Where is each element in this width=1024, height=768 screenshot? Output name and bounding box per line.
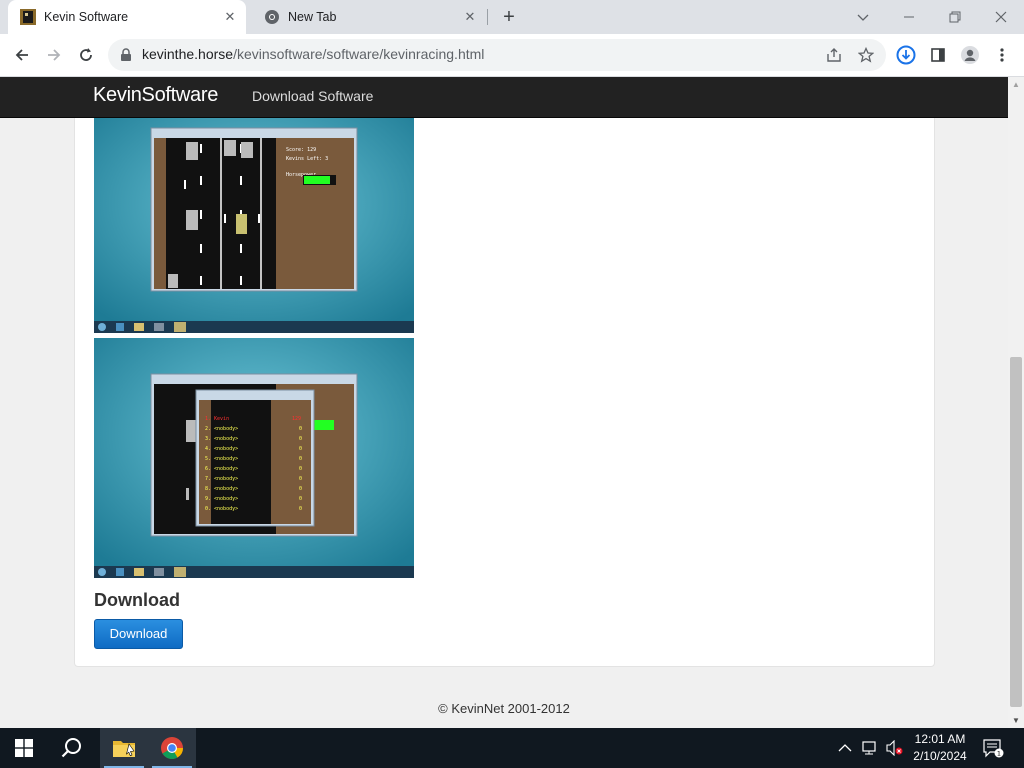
profile-avatar-icon[interactable] [956, 41, 984, 69]
back-arrow-icon[interactable] [8, 41, 36, 69]
highscore-row: 1. Kevin [205, 416, 229, 422]
highscore-score: 0 [299, 446, 302, 452]
windows-start-icon[interactable] [0, 728, 48, 768]
tab-new-tab[interactable]: New Tab ✕ [252, 0, 486, 34]
content-panel: Score: 129 Kevins Left: 3 Horsepower 1. … [74, 107, 935, 667]
footer-copyright: © KevinNet 2001-2012 [438, 701, 570, 716]
tab-separator [487, 9, 488, 25]
minimize-icon[interactable] [886, 0, 932, 34]
file-explorer-icon[interactable] [100, 728, 148, 768]
scrollbar-thumb[interactable] [1010, 357, 1022, 707]
lock-icon[interactable] [120, 48, 132, 62]
taskbar-clock[interactable]: 12:01 AM 2/10/2024 [900, 731, 980, 765]
highscore-row: 3. <nobody> [205, 436, 238, 442]
page-scrollbar[interactable]: ▲ ▼ [1008, 77, 1024, 728]
clock-date: 2/10/2024 [913, 749, 967, 763]
tab-title: Kevin Software [44, 10, 129, 24]
highscore-row: 9. <nobody> [205, 496, 238, 502]
new-tab-plus-icon[interactable]: + [498, 6, 520, 28]
highscore-score: 0 [299, 436, 302, 442]
highscore-score: 0 [299, 466, 302, 472]
reload-icon[interactable] [72, 41, 100, 69]
chrome-taskbar-icon[interactable] [148, 728, 196, 768]
search-icon[interactable] [48, 728, 96, 768]
highscore-score: 0 [299, 486, 302, 492]
url-path: /kevinsoftware/software/kevinracing.html [233, 46, 485, 62]
download-indicator-icon[interactable] [892, 41, 920, 69]
highscore-score: 0 [299, 506, 302, 512]
site-navbar: KevinSoftware Download Software [0, 77, 1008, 118]
download-button[interactable]: Download [94, 619, 183, 649]
windows-taskbar: 12:01 AM 2/10/2024 1 [0, 728, 1024, 768]
bookmark-star-icon[interactable] [852, 41, 880, 69]
site-brand-link[interactable]: KevinSoftware [93, 84, 218, 107]
close-tab-icon[interactable]: ✕ [222, 9, 238, 25]
highscore-score: 0 [299, 476, 302, 482]
clock-time: 12:01 AM [914, 732, 966, 746]
close-window-icon[interactable] [978, 0, 1024, 34]
highscore-row: 2. <nobody> [205, 426, 238, 432]
close-tab-icon[interactable]: ✕ [462, 9, 478, 25]
notification-count-badge: 1 [997, 749, 1001, 757]
game-lives-text: Kevins Left: 3 [286, 156, 328, 162]
tab-title: New Tab [288, 10, 337, 24]
address-bar[interactable]: kevinthe.horse/kevinsoftware/software/ke… [108, 39, 886, 71]
highscore-score: 0 [299, 496, 302, 502]
highscore-row: 6. <nobody> [205, 466, 238, 472]
tab-strip: Kevin Software ✕ New Tab ✕ + [0, 0, 1024, 34]
game-score-text: Score: 129 [286, 147, 316, 153]
page-viewport: Score: 129 Kevins Left: 3 Horsepower 1. … [0, 77, 1008, 728]
show-hidden-icons-chevron-icon[interactable] [838, 728, 852, 768]
horse-favicon-icon [20, 9, 36, 25]
highscore-row: 0. <nobody> [205, 506, 238, 512]
tab-search-chevron-icon[interactable] [840, 0, 886, 34]
url-text: kevinthe.horse/kevinsoftware/software/ke… [142, 46, 484, 62]
scroll-up-arrow-icon[interactable]: ▲ [1012, 80, 1020, 89]
game-screenshot-gameplay: Score: 129 Kevins Left: 3 Horsepower [94, 118, 414, 333]
side-panel-icon[interactable] [924, 41, 952, 69]
highscore-row: 5. <nobody> [205, 456, 238, 462]
chrome-favicon-icon [265, 10, 279, 24]
url-host: kevinthe.horse [142, 46, 234, 62]
highscore-row: 4. <nobody> [205, 446, 238, 452]
more-menu-icon[interactable] [988, 41, 1016, 69]
download-heading: Download [94, 590, 180, 610]
highscore-score: 0 [299, 456, 302, 462]
restore-icon[interactable] [932, 0, 978, 34]
network-icon[interactable] [862, 728, 880, 768]
notifications-icon[interactable]: 1 [982, 728, 1004, 768]
tab-kevin-software[interactable]: Kevin Software ✕ [8, 0, 246, 34]
highscore-score: 129 [292, 416, 301, 422]
forward-arrow-icon[interactable] [40, 41, 68, 69]
game-screenshot-highscores: 1. Kevin 2. <nobody> 3. <nobody> 4. <nob… [94, 338, 414, 578]
browser-toolbar: kevinthe.horse/kevinsoftware/software/ke… [0, 34, 1024, 77]
share-icon[interactable] [820, 41, 848, 69]
nav-download-software-link[interactable]: Download Software [252, 88, 373, 104]
scroll-down-arrow-icon[interactable]: ▼ [1012, 716, 1020, 725]
highscore-row: 7. <nobody> [205, 476, 238, 482]
highscore-row: 8. <nobody> [205, 486, 238, 492]
highscore-score: 0 [299, 426, 302, 432]
